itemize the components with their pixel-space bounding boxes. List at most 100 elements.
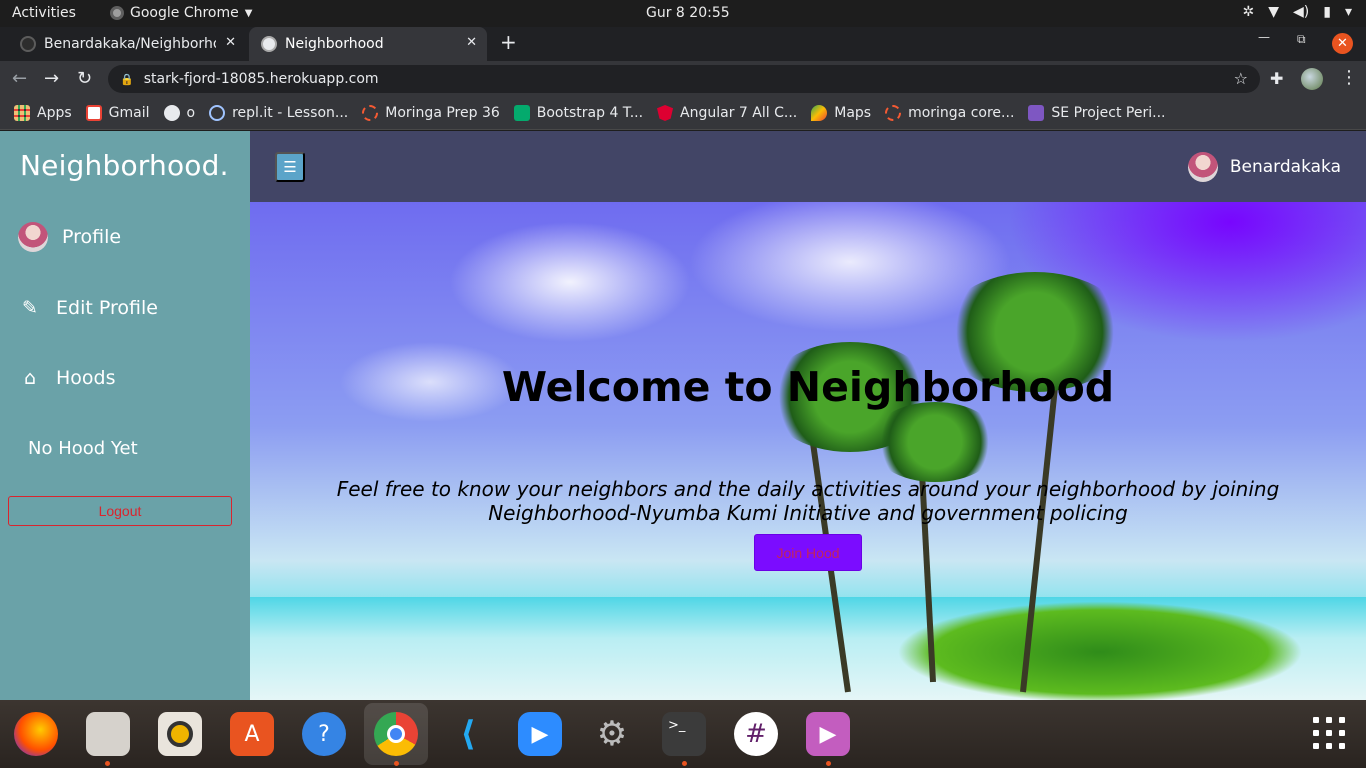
back-button[interactable]: ← [12,68,27,89]
sidebar-item-edit-profile[interactable]: ✎ Edit Profile [18,297,158,319]
more-menu-icon[interactable]: ⋮ [1340,67,1358,88]
clock[interactable]: Gur 8 20:55 [646,5,730,21]
maximize-button[interactable]: ⧉ [1297,32,1306,47]
software-center-icon[interactable]: A [230,712,274,756]
bookmark-label: moringa core... [908,105,1015,121]
system-top-bar: Activities Google Chrome ▼ Gur 8 20:55 ✲… [0,0,1366,27]
running-indicator [682,761,687,766]
running-indicator [105,761,110,766]
extensions-icon[interactable]: ✚ [1270,69,1283,88]
sidebar-toggle-button[interactable]: ☰ [275,152,305,182]
terminal-icon[interactable]: >_ [662,712,706,756]
bookmark-moringa-core[interactable]: moringa core... [885,105,1014,121]
slack-tray-icon[interactable]: ✲ [1243,4,1255,20]
edit-icon: ✎ [22,297,38,319]
globe-icon [261,36,277,52]
bookmark-label: Angular 7 All C... [680,105,798,121]
replit-icon [209,105,226,121]
tab-title: Benardakaka/Neighborhood [44,36,216,52]
reload-button[interactable]: ↻ [77,68,92,89]
battery-icon[interactable]: ▮ [1323,4,1331,20]
close-tab-icon[interactable]: ✕ [225,35,236,50]
show-applications-button[interactable] [1313,717,1345,749]
tab-github[interactable]: Benardakaka/Neighborhood ✕ [0,27,246,61]
tab-strip: Benardakaka/Neighborhood ✕ Neighborhood … [0,27,1366,61]
ubuntu-dock: A ? ⟨ ▶ ⚙ >_ # ▶ [0,700,1366,768]
bookmark-star-icon[interactable]: ☆ [1234,69,1248,88]
vscode-icon[interactable]: ⟨ [446,712,490,756]
bookmark-label: o [186,105,196,121]
tab-neighborhood[interactable]: Neighborhood ✕ [249,27,487,61]
bookmark-label: Bootstrap 4 T... [536,105,644,121]
bookmark-label: SE Project Peri... [1051,105,1166,121]
video-player-icon[interactable]: ▶ [806,712,850,756]
bookmarks-bar: Apps Gmail o repl.it - Lesson... Moringa… [0,97,1366,130]
activities-button[interactable]: Activities [12,5,76,21]
site-brand[interactable]: Neighborhood. [20,149,229,182]
github-icon [163,105,180,121]
help-icon[interactable]: ? [302,712,346,756]
forms-icon [1028,105,1045,121]
sidebar-item-profile[interactable]: Profile [18,222,121,252]
moringa-icon [362,105,379,121]
sidebar-item-label: Hoods [56,367,116,389]
username: Benardakaka [1229,157,1341,177]
firefox-icon[interactable] [14,712,58,756]
hero-section: Welcome to Neighborhood Feel free to kno… [250,202,1366,700]
palm-tree-leaves [870,402,1000,482]
close-tab-icon[interactable]: ✕ [466,35,477,50]
zoom-icon[interactable]: ▶ [518,712,562,756]
no-hood-text: No Hood Yet [28,438,138,459]
menu-lines-icon: ☰ [283,159,297,176]
bookmark-bootstrap[interactable]: Bootstrap 4 T... [513,105,644,121]
bookmark-maps[interactable]: Maps [811,105,871,121]
running-indicator [394,761,399,766]
web-page: Neighborhood. Profile ✎ Edit Profile ⌂ H… [0,131,1366,700]
hero-title: Welcome to Neighborhood [501,363,1115,411]
bookmark-replit[interactable]: repl.it - Lesson... [209,105,348,121]
sidebar-item-hoods[interactable]: ⌂ Hoods [18,367,116,389]
logout-button[interactable]: Logout [8,496,232,526]
user-menu[interactable]: Benardakaka [1187,152,1341,182]
gmail-icon [85,105,102,121]
volume-icon[interactable]: ◀) [1293,4,1309,20]
angular-icon [657,105,674,121]
system-tray[interactable]: ✲ ▼ ◀) ▮ ▾ [1243,4,1353,20]
w3schools-icon [513,105,530,121]
sidebar-item-label: Profile [62,226,122,248]
minimize-button[interactable]: — [1258,30,1270,44]
chevron-down-icon: ▼ [244,7,253,19]
top-navbar: ☰ Benardakaka [250,131,1366,202]
slack-icon[interactable]: # [734,712,778,756]
bookmark-label: Gmail [108,105,150,121]
lock-icon[interactable]: 🔒 [120,73,134,86]
bookmark-angular[interactable]: Angular 7 All C... [657,105,797,121]
bookmark-apps[interactable]: Apps [14,105,72,121]
chrome-icon[interactable] [374,712,418,756]
settings-icon[interactable]: ⚙ [590,712,634,756]
sidebar-item-label: Edit Profile [56,297,158,319]
new-tab-button[interactable]: + [500,30,517,54]
close-window-button[interactable]: ✕ [1332,33,1353,54]
hero-tagline: Feel free to know your neighbors and the… [336,477,1280,525]
address-bar[interactable]: 🔒 stark-fjord-18085.herokuapp.com ☆ [108,65,1260,93]
chevron-down-icon[interactable]: ▾ [1345,4,1352,20]
join-hood-button[interactable]: Join Hood [754,534,862,571]
moringa-icon [885,105,902,121]
wifi-icon[interactable]: ▼ [1268,4,1279,20]
forward-button[interactable]: → [44,68,59,89]
app-menu[interactable]: Google Chrome ▼ [110,5,252,21]
bookmark-moringa-prep[interactable]: Moringa Prep 36 [362,105,500,121]
home-icon: ⌂ [23,367,37,389]
url-text[interactable]: stark-fjord-18085.herokuapp.com [144,71,379,87]
files-icon[interactable] [86,712,130,756]
avatar [1187,152,1218,182]
bookmark-se-project[interactable]: SE Project Peri... [1028,105,1165,121]
bookmark-gmail[interactable]: Gmail [85,105,150,121]
profile-avatar[interactable] [1301,68,1323,90]
rhythmbox-icon[interactable] [158,712,202,756]
bookmark-label: Apps [37,105,72,121]
tab-title: Neighborhood [285,36,384,52]
bookmark-github[interactable]: o [163,105,196,121]
avatar [18,222,48,252]
